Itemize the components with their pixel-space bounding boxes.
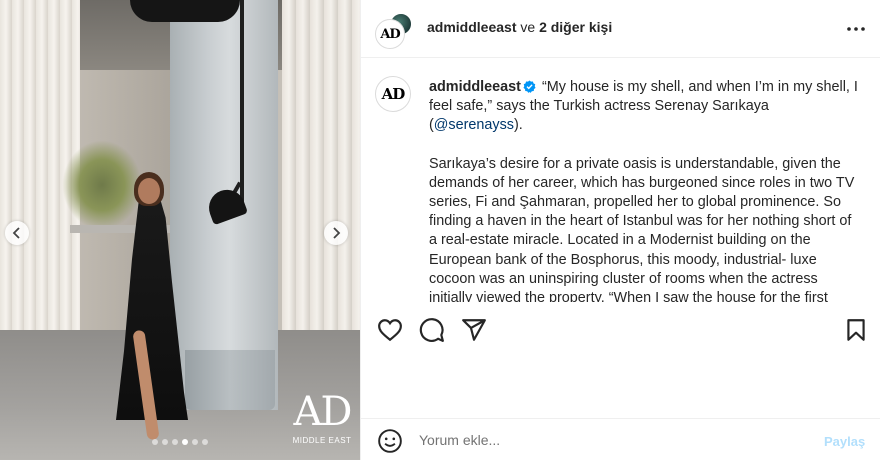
more-options-button[interactable] — [845, 18, 867, 40]
post-actions-bar — [361, 312, 880, 348]
comment-button[interactable] — [419, 317, 445, 343]
carousel-next-button[interactable] — [324, 221, 348, 245]
chevron-right-icon — [333, 227, 341, 239]
carousel-dot — [152, 439, 158, 445]
carousel-dot — [182, 439, 188, 445]
ad-logo-letters: AD — [293, 389, 353, 435]
bookmark-icon — [847, 319, 865, 341]
caption-paragraph-2: Sarıkaya’s desire for a private oasis is… — [429, 155, 855, 302]
post-caption: AD admiddleeast “My house is my shell, a… — [361, 58, 880, 302]
carousel-dot — [172, 439, 178, 445]
mention-link[interactable]: @serenayss — [434, 117, 514, 133]
comment-bubble-icon — [419, 318, 444, 342]
carousel-dot — [162, 439, 168, 445]
post-header: AD admiddleeast ve 2 diğer kişi — [361, 0, 880, 58]
carousel-dot — [202, 439, 208, 445]
carousel-dots — [152, 439, 208, 445]
caption-avatar[interactable]: AD — [375, 76, 411, 112]
verified-badge-icon — [523, 80, 536, 93]
author-username-link[interactable]: admiddleeast — [427, 19, 516, 35]
paper-plane-icon — [462, 319, 486, 341]
collaborators-link[interactable]: 2 diğer kişi — [539, 19, 612, 35]
photo-pillar-base — [185, 350, 275, 410]
photo-plant — [62, 140, 142, 230]
emoji-smile-icon — [378, 429, 402, 453]
chevron-left-icon — [12, 227, 20, 239]
caption-paragraph-1: admiddleeast “My house is my shell, and … — [429, 78, 859, 136]
carousel-dot — [192, 439, 198, 445]
emoji-button[interactable] — [377, 428, 403, 454]
photo-figure-face — [138, 178, 160, 204]
carousel-prev-button[interactable] — [5, 221, 29, 245]
avatar-logo-text: AD — [380, 26, 400, 42]
post-details-panel: AD admiddleeast ve 2 diğer kişi AD admid… — [360, 0, 880, 460]
photo-lamp-top — [130, 0, 240, 22]
post-author-line: admiddleeast ve 2 diğer kişi — [427, 19, 612, 35]
like-button[interactable] — [377, 317, 403, 343]
caption-quote-end: ). — [514, 117, 523, 134]
collab-avatars[interactable]: AD — [375, 12, 413, 50]
caption-username-link[interactable]: admiddleeast — [429, 79, 521, 95]
post-comment-button[interactable]: Paylaş — [824, 434, 865, 449]
more-horizontal-icon — [847, 27, 865, 31]
comment-input[interactable] — [419, 429, 799, 451]
share-button[interactable] — [461, 317, 487, 343]
heart-icon — [378, 319, 402, 342]
avatar: AD — [375, 19, 405, 49]
caption-avatar-logo-text: AD — [381, 85, 406, 103]
ad-watermark-logo: AD MIDDLE EAST — [291, 392, 353, 445]
save-button[interactable] — [843, 317, 869, 343]
photo-curtain-right — [282, 0, 360, 380]
ad-logo-subtitle: MIDDLE EAST — [292, 436, 352, 445]
comment-composer: Paylaş — [361, 418, 880, 460]
author-joiner: ve — [516, 19, 540, 35]
photo-lamp-arm — [240, 0, 244, 210]
post-photo[interactable]: AD MIDDLE EAST — [0, 0, 360, 460]
caption-body: admiddleeast “My house is my shell, and … — [429, 78, 859, 302]
